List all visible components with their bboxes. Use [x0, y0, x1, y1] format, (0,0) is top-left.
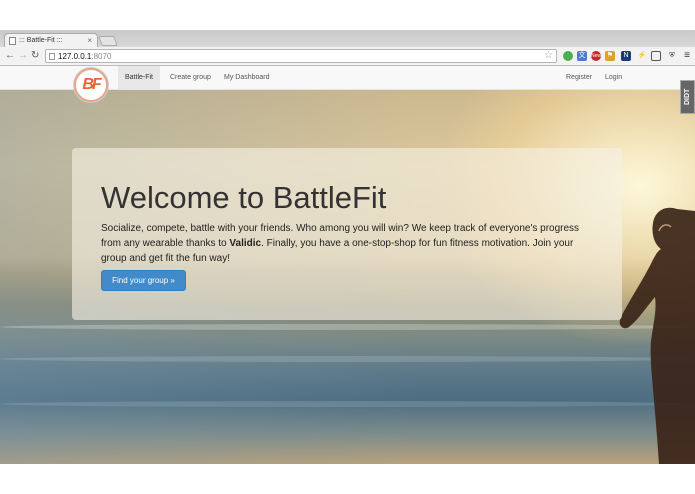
nav-create-group[interactable]: Create group: [163, 66, 218, 90]
bookmark-star-icon[interactable]: ☆: [544, 50, 553, 61]
hero-panel: Welcome to BattleFit Socialize, compete,…: [72, 148, 622, 320]
find-group-button[interactable]: Find your group »: [101, 270, 186, 291]
forward-icon[interactable]: →: [18, 50, 28, 61]
extension-green-icon[interactable]: [563, 51, 573, 61]
nav-battle-fit[interactable]: Battle-Fit: [118, 66, 161, 90]
new-tab-button[interactable]: [98, 36, 118, 46]
nav-register[interactable]: Register: [559, 66, 599, 90]
menu-icon[interactable]: ≡: [682, 51, 692, 61]
browser-window: ::: Battle-Fit ::: × ← → ↻ 127.0.0.1:807…: [0, 30, 695, 464]
lightning-icon[interactable]: ⚡: [637, 51, 647, 61]
reload-icon[interactable]: ↻: [31, 50, 39, 61]
back-icon[interactable]: ←: [5, 50, 15, 61]
background-wave: [0, 324, 695, 330]
translate-icon[interactable]: 文: [577, 51, 587, 61]
tab-title: ::: Battle-Fit :::: [19, 37, 63, 44]
address-host: 127.0.0.1: [58, 52, 92, 61]
background-wave: [0, 401, 695, 407]
runner-silhouette: [619, 207, 695, 464]
page-icon: [9, 37, 16, 45]
hero-lead: Socialize, compete, battle with your fri…: [101, 221, 591, 266]
hero-title: Welcome to BattleFit: [101, 180, 387, 215]
address-port: :8070: [91, 52, 112, 61]
close-tab-icon[interactable]: ×: [87, 36, 92, 45]
extension-n-icon[interactable]: N: [621, 51, 631, 61]
cast-icon[interactable]: [651, 51, 661, 61]
nav-my-dashboard[interactable]: My Dashboard: [217, 66, 277, 90]
tab-strip: ::: Battle-Fit ::: ×: [0, 30, 695, 47]
background-wave: [0, 356, 695, 362]
page-viewport: Battle-Fit Create group My Dashboard Reg…: [0, 66, 695, 464]
extension-new-icon[interactable]: New: [591, 51, 601, 61]
side-badge[interactable]: DIDT: [680, 80, 695, 114]
browser-toolbar: ← → ↻ 127.0.0.1:8070 ☆ 文 New ⚑ N ⚡ ⛨ ≡: [0, 47, 695, 66]
browser-tab[interactable]: ::: Battle-Fit ::: ×: [4, 33, 98, 47]
nav-login[interactable]: Login: [598, 66, 629, 90]
validic-text: Validic: [229, 238, 262, 249]
shield-icon[interactable]: ⛨: [667, 51, 677, 61]
page-icon: [49, 53, 55, 60]
address-bar[interactable]: 127.0.0.1:8070 ☆: [45, 49, 557, 63]
bookmark-flag-icon[interactable]: ⚑: [605, 51, 615, 61]
battlefit-logo[interactable]: BF: [74, 68, 108, 102]
